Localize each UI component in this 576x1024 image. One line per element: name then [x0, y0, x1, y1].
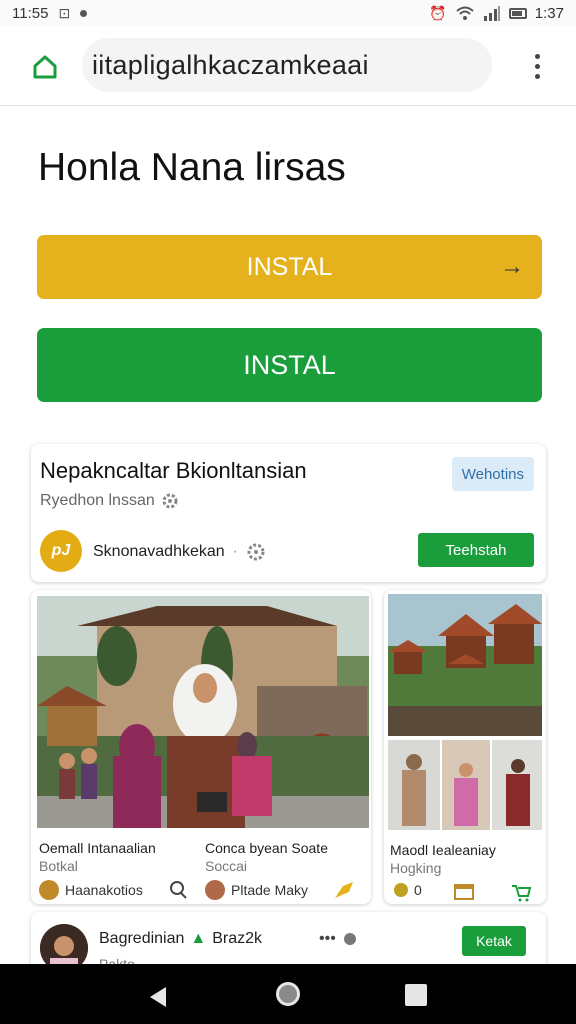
person-photo — [442, 740, 490, 830]
card-subtitle-text: Ryedhon lnssan — [40, 492, 155, 509]
arrow-right-icon: → — [500, 253, 524, 280]
share-icon[interactable] — [333, 880, 355, 900]
install-button-label: INSTAL — [246, 252, 333, 281]
profile-icon — [205, 880, 225, 900]
action-button[interactable]: Teehstah — [418, 533, 534, 567]
more-icon: ••• — [319, 930, 336, 947]
notification-dot-icon — [80, 9, 88, 17]
menu-dot-icon — [534, 73, 540, 79]
browser-toolbar: iitapligalhkaczamkeaai — [0, 26, 576, 106]
home-icon — [33, 55, 57, 79]
header-card[interactable]: Nepakncaltar Bkionltansian Ryedhon lnssa… — [31, 444, 546, 582]
url-field[interactable]: iitapligalhkaczamkeaai — [82, 38, 492, 92]
recents-icon[interactable] — [405, 984, 427, 1006]
image-tile-left[interactable]: Oemall Intanaalian Botkal Haanakotios Co… — [31, 590, 371, 904]
scene-photo — [37, 596, 369, 828]
more-options-button[interactable]: ••• — [319, 930, 358, 948]
caption-subtitle: Botkal — [39, 858, 78, 874]
wifi-icon — [456, 6, 474, 20]
list-card-title: Bagredinian ▲ Braz2k — [99, 930, 262, 948]
chip-right[interactable]: Pltade Maky — [205, 880, 308, 900]
caption-title: Oemall Intanaalian — [39, 840, 156, 856]
home-nav-icon[interactable] — [276, 982, 300, 1006]
caption-title: Conca byean Soate — [205, 840, 328, 856]
cart-icon[interactable] — [510, 882, 532, 902]
person-photo — [388, 740, 440, 830]
battery-icon — [508, 7, 527, 19]
calendar-icon[interactable] — [454, 882, 474, 900]
menu-dot-icon — [534, 53, 540, 59]
list-card-tag: Braz2k — [212, 930, 263, 947]
install-button-label: INSTAL — [243, 349, 336, 380]
system-nav-bar — [0, 964, 576, 1024]
caption-subtitle: Hogking — [390, 860, 442, 876]
overflow-menu-button[interactable] — [526, 48, 548, 84]
settings-icon — [162, 493, 178, 509]
list-card-name: Bagredinian — [99, 930, 185, 947]
card-subtitle: Ryedhon lnssan — [40, 492, 179, 510]
profile-icon — [39, 880, 59, 900]
page-title: Honla Nana lirsas — [38, 146, 346, 189]
settings-icon — [343, 933, 356, 945]
search-icon[interactable] — [168, 880, 188, 900]
install-button-secondary[interactable]: INSTAL — [37, 328, 542, 402]
image-tile-right[interactable]: Maodl Iealeaniay Hogking 0 — [384, 590, 546, 904]
install-button-primary[interactable]: INSTAL → — [37, 235, 542, 299]
location-icon — [394, 883, 408, 897]
caption-subtitle: Soccai — [205, 858, 248, 874]
page-content: Honla Nana lirsas INSTAL → INSTAL Nepakn… — [0, 106, 576, 982]
home-button[interactable] — [30, 52, 60, 82]
count-value: 0 — [414, 882, 422, 898]
author-name[interactable]: Sknonavadhkekan — [93, 543, 225, 561]
chip-label: Haanakotios — [65, 882, 143, 898]
status-time-left: 11:55 — [12, 4, 49, 22]
separator-dot-icon: · — [232, 543, 238, 560]
settings-icon — [247, 543, 265, 561]
card-title: Nepakncaltar Bkionltansian — [40, 458, 307, 483]
caption-title: Maodl Iealeaniay — [390, 842, 496, 858]
alarm-icon: ⏰ — [429, 4, 447, 21]
chip-label: Pltade Maky — [231, 882, 309, 898]
status-time-right: 1:37 — [534, 4, 564, 22]
temple-photo — [388, 594, 542, 736]
status-badge[interactable]: Wehotins — [451, 457, 534, 491]
status-indicator-icon: ▲ — [190, 930, 207, 947]
action-button[interactable]: Ketak — [462, 926, 526, 956]
back-icon[interactable] — [148, 986, 168, 1008]
avatar[interactable]: pJ — [40, 530, 82, 572]
status-bar: 11:55 ⊡ ⏰ 1:37 — [0, 0, 576, 26]
author-row: Sknonavadhkekan · — [93, 542, 266, 562]
chip-left[interactable]: Haanakotios — [39, 880, 143, 900]
person-photo — [492, 740, 542, 830]
menu-dot-icon — [534, 63, 540, 69]
count-chip[interactable]: 0 — [394, 882, 422, 898]
sim-icon: ⊡ — [58, 4, 71, 21]
signal-icon — [483, 6, 500, 21]
